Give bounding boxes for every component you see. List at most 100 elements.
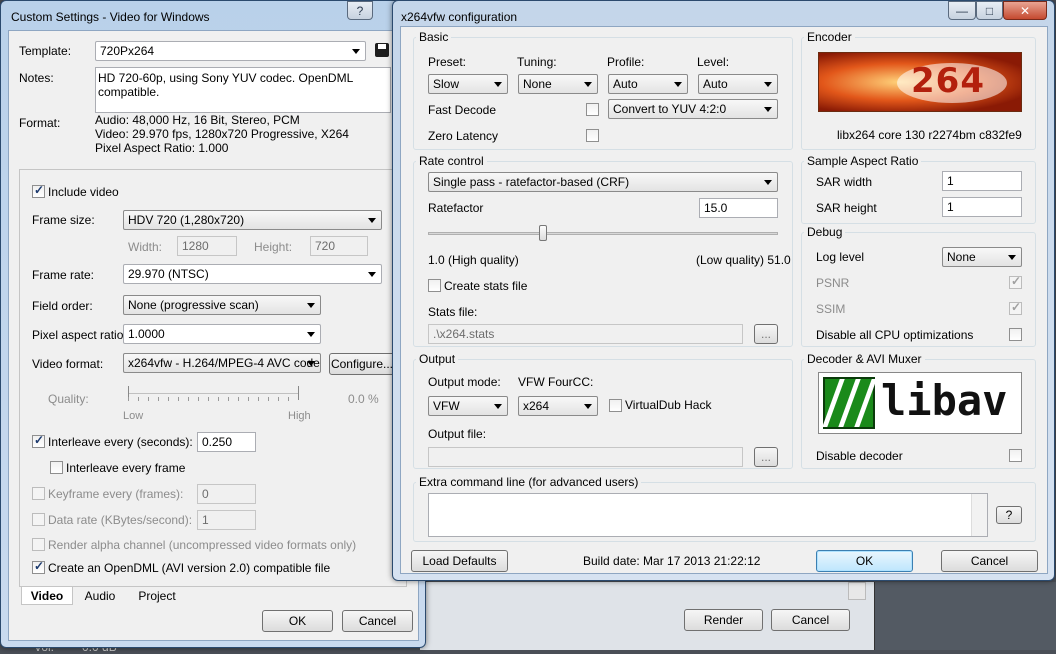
low-quality-label: (Low quality) 51.0 — [696, 253, 791, 267]
preset-select[interactable]: Slow — [428, 74, 508, 94]
back-cancel-button[interactable]: Cancel — [771, 609, 850, 631]
x264-cancel-button[interactable]: Cancel — [941, 550, 1038, 572]
notes-textarea[interactable]: HD 720-60p, using Sony YUV codec. OpenDM… — [95, 67, 391, 113]
tuning-label: Tuning: — [517, 55, 557, 69]
interleave-input[interactable]: 0.250 — [197, 432, 256, 452]
sar-width-input[interactable]: 1 — [942, 171, 1022, 191]
minimize-button[interactable]: — — [948, 1, 976, 20]
fourcc-select[interactable]: x264 — [518, 396, 598, 416]
custom-cancel-button[interactable]: Cancel — [342, 610, 413, 632]
save-template-icon[interactable] — [375, 43, 389, 57]
include-video-checkbox[interactable] — [32, 183, 45, 198]
encoder-title: Encoder — [804, 30, 855, 44]
opendml-checkbox[interactable] — [32, 559, 45, 574]
configure-button[interactable]: Configure... — [329, 353, 395, 375]
ratefactor-slider-thumb[interactable] — [539, 225, 547, 241]
psnr-checkbox[interactable] — [1009, 274, 1022, 289]
zero-latency-checkbox[interactable] — [586, 129, 599, 142]
maximize-button[interactable]: □ — [976, 1, 1003, 20]
load-defaults-button[interactable]: Load Defaults — [411, 550, 508, 572]
quality-low-label: Low — [123, 410, 144, 422]
par-select[interactable]: 1.0000 — [123, 324, 321, 344]
psnr-label: PSNR — [816, 276, 850, 290]
level-select[interactable]: Auto — [698, 74, 778, 94]
high-quality-label: 1.0 (High quality) — [428, 253, 519, 267]
extra-scrollbar[interactable] — [971, 494, 987, 536]
width-input[interactable]: 1280 — [177, 236, 237, 256]
interleave-frame-checkbox[interactable] — [50, 461, 63, 474]
custom-settings-window: Custom Settings - Video for Windows ? Te… — [0, 0, 426, 648]
notes-label: Notes: — [19, 71, 54, 85]
decoder-title: Decoder & AVI Muxer — [804, 352, 925, 366]
stats-file-input[interactable]: .\x264.stats — [428, 324, 743, 344]
quality-slider[interactable] — [128, 386, 299, 402]
fast-decode-label: Fast Decode — [428, 103, 497, 117]
height-input[interactable]: 720 — [310, 236, 368, 256]
fast-decode-checkbox[interactable] — [586, 103, 599, 116]
debug-group: Debug Log level None PSNR SSIM Disable a… — [801, 225, 1036, 347]
tab-project[interactable]: Project — [127, 587, 187, 604]
disable-decoder-checkbox[interactable] — [1009, 449, 1022, 462]
stats-checkbox[interactable] — [428, 279, 441, 292]
ratefactor-input[interactable]: 15.0 — [699, 198, 778, 218]
video-format-select[interactable]: x264vfw - H.264/MPEG-4 AVC codec — [123, 353, 321, 373]
libav-logo: libav — [818, 372, 1022, 434]
level-label: Level: — [697, 55, 730, 69]
maximize-icon: □ — [985, 3, 994, 18]
build-date: Build date: Mar 17 2013 21:22:12 — [583, 554, 761, 568]
fourcc-label: VFW FourCC: — [518, 375, 594, 389]
field-order-label: Field order: — [32, 299, 93, 313]
rate-control-title: Rate control — [416, 154, 487, 168]
tab-video[interactable]: Video — [21, 587, 73, 605]
opendml-label: Create an OpenDML (AVI version 2.0) comp… — [48, 561, 331, 575]
quality-label: Quality: — [48, 392, 89, 406]
log-level-select[interactable]: None — [942, 247, 1022, 267]
disable-decoder-label: Disable decoder — [816, 449, 903, 463]
x264-client-area: Basic Preset: Slow Tuning: None Profile:… — [400, 26, 1048, 574]
vdub-hack-checkbox[interactable] — [609, 399, 622, 412]
datarate-checkbox[interactable] — [32, 513, 45, 526]
extra-help-button[interactable]: ? — [996, 506, 1022, 524]
stats-browse-button[interactable]: ... — [754, 324, 778, 344]
keyframe-input[interactable]: 0 — [197, 484, 256, 504]
format-audio: Audio: 48,000 Hz, 16 Bit, Stereo, PCM — [95, 113, 300, 127]
output-file-input[interactable] — [428, 447, 743, 467]
vdub-hack-label: VirtualDub Hack — [625, 398, 712, 412]
close-icon: ✕ — [1019, 3, 1031, 18]
tuning-select[interactable]: None — [518, 74, 598, 94]
rate-mode-select[interactable]: Single pass - ratefactor-based (CRF) — [428, 172, 778, 192]
template-select[interactable]: 720Px264 — [95, 41, 366, 61]
close-button[interactable]: ✕ — [1003, 1, 1047, 20]
output-browse-button[interactable]: ... — [754, 447, 778, 467]
sar-height-input[interactable]: 1 — [942, 197, 1022, 217]
keyframe-checkbox[interactable] — [32, 487, 45, 500]
frame-size-label: Frame size: — [32, 213, 95, 227]
custom-help-button[interactable]: ? — [347, 1, 373, 20]
extra-group: Extra command line (for advanced users) … — [413, 475, 1036, 542]
x264-ok-button[interactable]: OK — [816, 550, 913, 572]
profile-select[interactable]: Auto — [608, 74, 688, 94]
video-tab-panel: Include video Frame size: HDV 720 (1,280… — [19, 169, 407, 587]
datarate-input[interactable]: 1 — [197, 510, 256, 530]
frame-rate-select[interactable]: 29.970 (NTSC) — [123, 264, 382, 284]
x264-logo: 264 — [818, 52, 1022, 112]
preset-label: Preset: — [428, 55, 467, 69]
help-icon: ? — [356, 3, 364, 18]
field-order-select[interactable]: None (progressive scan) — [123, 295, 321, 315]
render-button[interactable]: Render — [684, 609, 763, 631]
convert-select[interactable]: Convert to YUV 4:2:0 — [608, 99, 778, 119]
minimize-icon: — — [956, 3, 968, 18]
profile-label: Profile: — [607, 55, 645, 69]
alpha-checkbox[interactable] — [32, 538, 45, 551]
custom-ok-button[interactable]: OK — [262, 610, 333, 632]
x264-title: x264vfw configuration — [401, 10, 518, 24]
ratefactor-slider[interactable] — [428, 224, 778, 242]
disable-cpu-checkbox[interactable] — [1009, 328, 1022, 341]
background-app-scrollbar[interactable] — [848, 582, 866, 600]
frame-size-select[interactable]: HDV 720 (1,280x720) — [123, 210, 382, 230]
ssim-checkbox[interactable] — [1009, 300, 1022, 315]
interleave-checkbox[interactable] — [32, 433, 45, 448]
output-mode-select[interactable]: VFW — [428, 396, 508, 416]
tab-audio[interactable]: Audio — [75, 587, 125, 604]
extra-command-textarea[interactable] — [428, 493, 988, 537]
